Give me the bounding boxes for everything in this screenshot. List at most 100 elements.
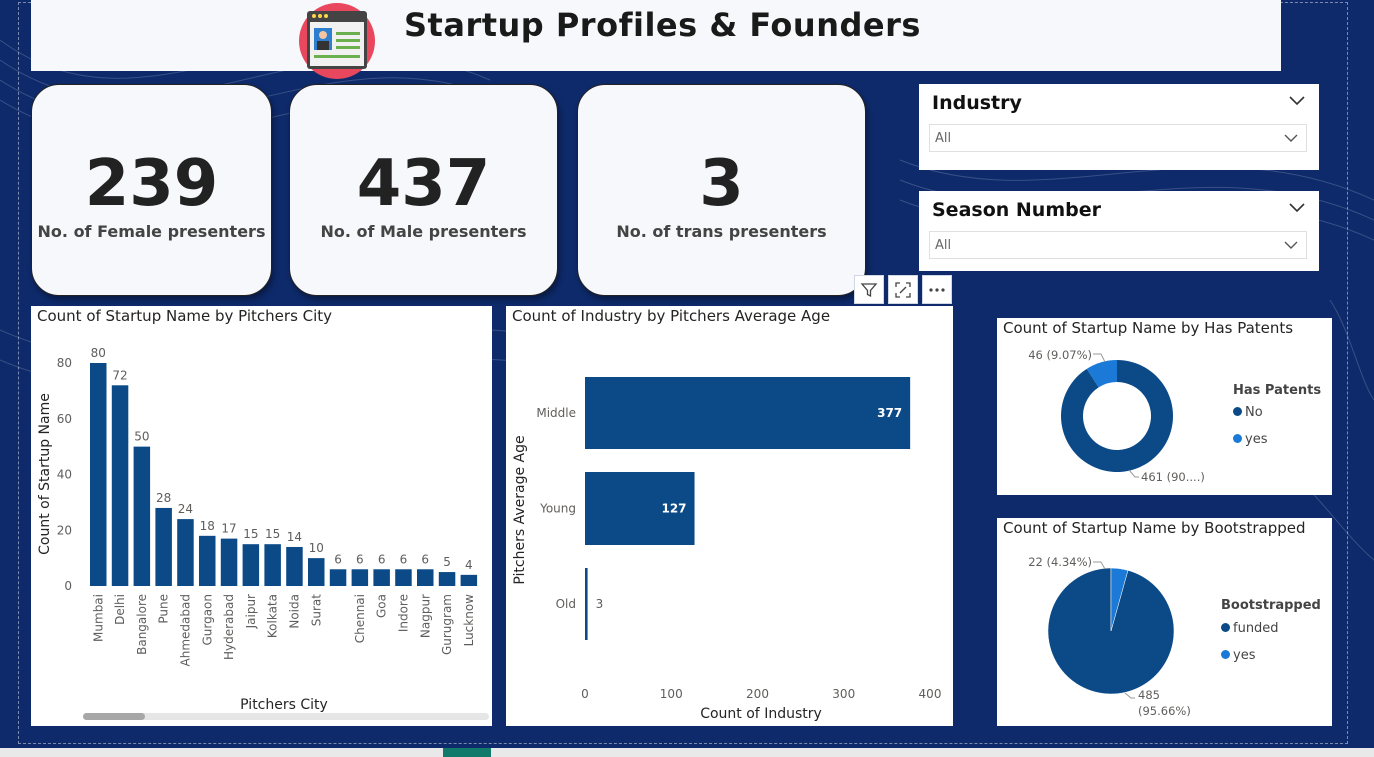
data-label: (95.66%) [1138, 704, 1191, 718]
industry-dropdown[interactable]: All [929, 124, 1307, 152]
age-bar-chart-panel: Count of Industry by Pitchers Average Ag… [506, 306, 953, 726]
data-label: 15 [265, 527, 280, 541]
chevron-down-icon[interactable] [1289, 203, 1305, 213]
legend-item-yes[interactable]: yes [1233, 432, 1267, 447]
bar [111, 385, 129, 586]
bar [155, 507, 172, 586]
data-label: 461 (90....) [1141, 470, 1205, 484]
legend-label: yes [1245, 432, 1268, 447]
active-page-tab[interactable] [443, 748, 491, 757]
x-tick-label: Jaipur [244, 594, 258, 629]
season-number-dropdown[interactable]: All [929, 231, 1307, 259]
x-tick-label: Nagpur [418, 594, 432, 638]
data-label: 80 [91, 346, 106, 360]
legend-label: funded [1233, 621, 1279, 636]
bar [264, 544, 281, 586]
data-label: 4 [465, 558, 473, 572]
x-tick-label: Delhi [113, 594, 127, 625]
x-tick-label: Lucknow [462, 594, 476, 647]
legend-item-yes[interactable]: yes [1221, 648, 1255, 663]
leader-line [1093, 353, 1106, 363]
bar [286, 546, 303, 586]
legend-swatch [1233, 407, 1242, 416]
bar [373, 569, 390, 586]
data-label: 72 [112, 368, 127, 382]
profile-card-icon [299, 3, 375, 79]
x-tick-label: Gurugram [440, 594, 454, 655]
data-label: 6 [356, 552, 364, 566]
bootstrapped-pie-chart: 485 (95.66%) 22 (4.34%) [1028, 555, 1191, 718]
chevron-down-icon[interactable] [1289, 96, 1305, 106]
data-label: 6 [400, 552, 408, 566]
y-tick-label: Old [556, 597, 576, 611]
filter-button[interactable] [854, 275, 884, 304]
x-tick-label: Bangalore [135, 594, 149, 655]
x-tick-label: 0 [581, 687, 589, 701]
y-tick-label: 0 [64, 579, 72, 593]
x-tick-label: 300 [832, 687, 855, 701]
bar [242, 544, 260, 586]
kpi-label: No. of Female presenters [37, 222, 266, 241]
more-options-button[interactable] [922, 275, 952, 304]
data-label: 46 (9.07%) [1028, 348, 1092, 362]
data-label: 5 [443, 555, 451, 569]
x-tick-label: Hyderabad [222, 594, 236, 660]
x-tick-label: 200 [746, 687, 769, 701]
more-options-icon [929, 287, 945, 292]
data-label: 377 [877, 406, 902, 420]
scrollbar-thumb[interactable] [83, 713, 145, 720]
dropdown-value: All [935, 238, 952, 253]
bar [438, 572, 456, 586]
kpi-card-male: 437 No. of Male presenters [289, 84, 558, 296]
slicer-title: Industry [932, 92, 1022, 114]
chevron-down-icon [1284, 134, 1298, 142]
city-bar-chart-panel: Count of Startup Name by Pitchers City 0… [31, 306, 492, 726]
legend-swatch [1221, 623, 1230, 632]
season-number-slicer: Season Number All [919, 191, 1319, 271]
page-tabs-strip [0, 748, 1374, 757]
legend-title: Bootstrapped [1221, 598, 1321, 613]
bar [585, 377, 911, 449]
focus-mode-button[interactable] [888, 275, 918, 304]
x-tick-label: 100 [660, 687, 683, 701]
x-tick-label: Chennai [353, 594, 367, 643]
data-label: 24 [178, 502, 193, 516]
data-label: 6 [421, 552, 429, 566]
x-tick-label: Goa [375, 594, 389, 618]
x-tick-label: Surat [309, 594, 323, 627]
bar [460, 574, 478, 586]
patents-donut-chart: 461 (90....) 46 (9.07%) [1028, 348, 1205, 484]
data-label: 6 [334, 552, 342, 566]
data-label: 18 [200, 519, 215, 533]
bar [329, 569, 347, 586]
legend-item-no[interactable]: No [1233, 405, 1263, 420]
data-label: 127 [661, 502, 686, 516]
bar [133, 446, 151, 586]
data-label: 14 [287, 530, 302, 544]
kpi-value: 239 [84, 147, 219, 221]
y-axis-title: Pitchers Average Age [512, 435, 528, 584]
bar [308, 558, 325, 586]
kpi-card-trans: 3 No. of trans presenters [577, 84, 866, 296]
patents-donut-panel: Count of Startup Name by Has Patents 461… [997, 318, 1332, 495]
horizontal-scrollbar[interactable] [83, 713, 489, 720]
y-tick-label: 20 [57, 523, 72, 537]
kpi-label: No. of Male presenters [320, 222, 527, 241]
legend-item-funded[interactable]: funded [1221, 621, 1279, 636]
x-tick-label: Kolkata [266, 594, 280, 638]
age-bar-chart: 0 100 200 300 400 Middle 377 Young 127 Old 3 Pitche… [512, 377, 941, 722]
leader-line [1093, 561, 1106, 570]
x-tick-label: Pune [157, 594, 171, 624]
dropdown-value: All [935, 131, 952, 146]
industry-slicer: Industry All [919, 84, 1319, 170]
legend-swatch [1233, 434, 1242, 443]
x-tick-label: Mumbai [91, 594, 105, 642]
legend-label: yes [1233, 648, 1256, 663]
kpi-value: 3 [699, 147, 744, 221]
legend-swatch [1221, 650, 1230, 659]
data-label: 22 (4.34%) [1028, 555, 1092, 569]
data-label: 17 [221, 522, 236, 536]
bar [395, 569, 412, 586]
slicer-title: Season Number [932, 199, 1101, 221]
city-bar-chart: 0 20 40 60 80 Count of Startup Name 80 Mumbai 72… [37, 346, 478, 713]
